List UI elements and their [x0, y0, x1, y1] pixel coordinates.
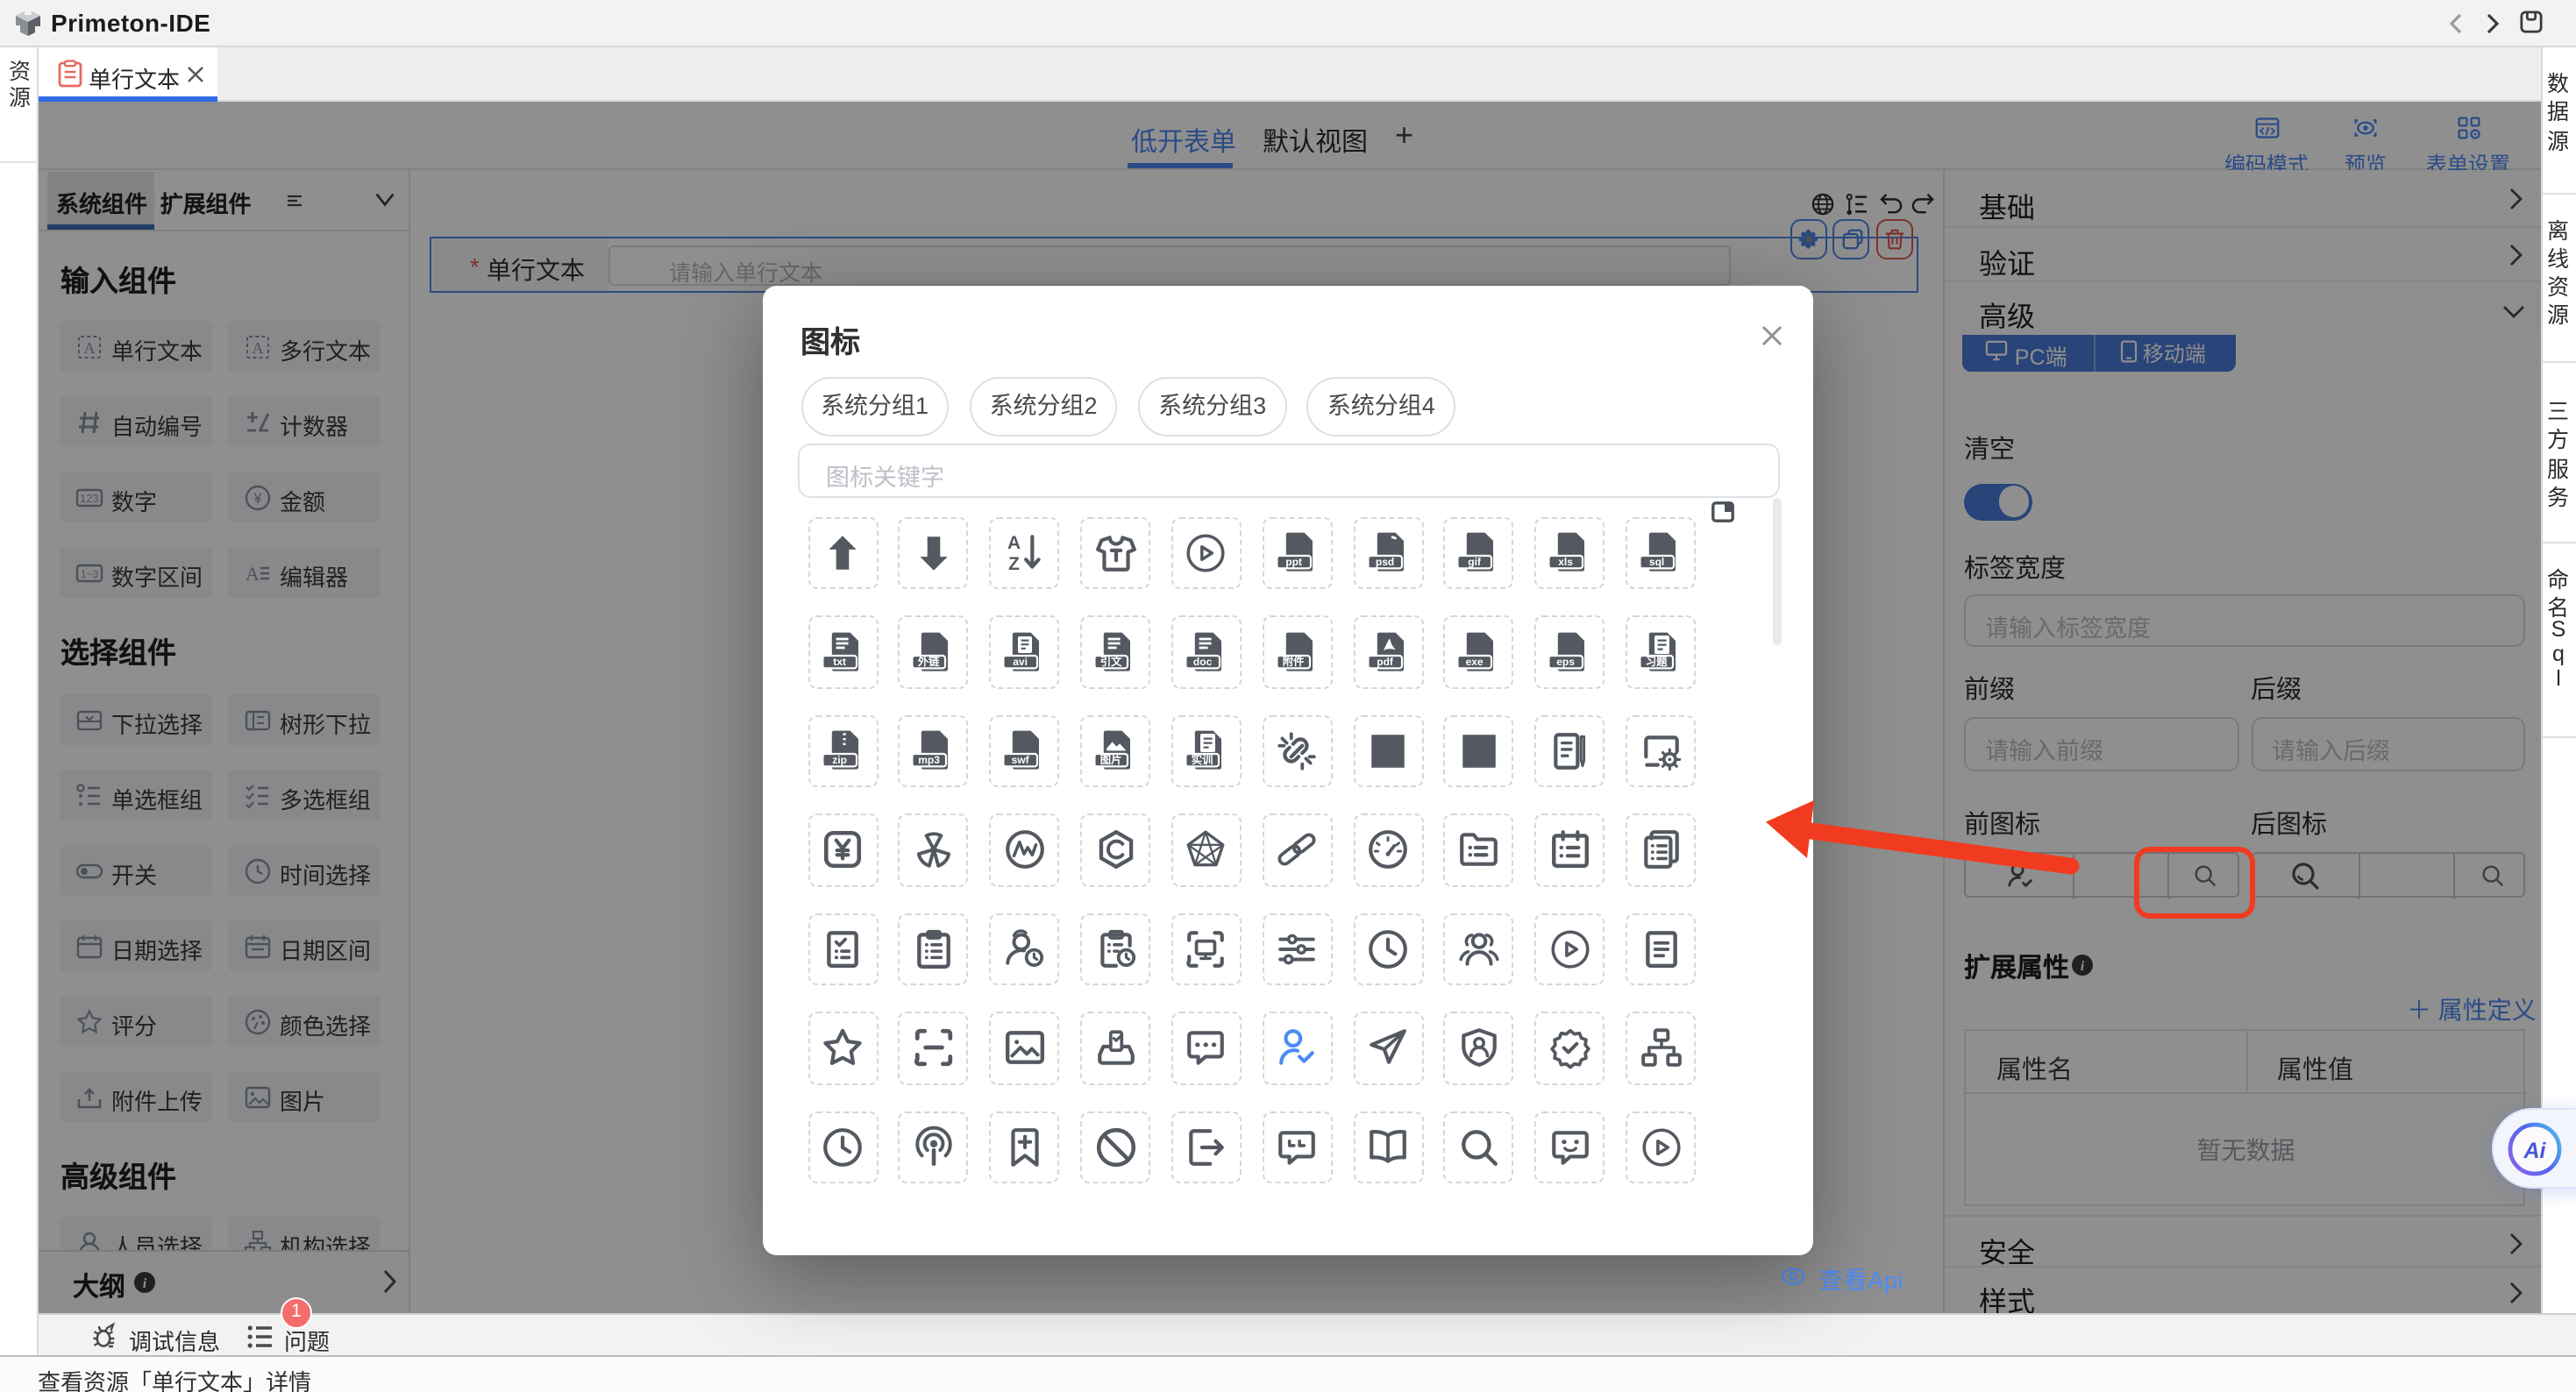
svg-text:Ai: Ai — [2523, 1138, 2547, 1162]
svg-text:avi: avi — [1014, 656, 1028, 668]
svg-text:gif: gif — [1469, 557, 1483, 569]
svg-text:习题: 习题 — [1646, 656, 1668, 668]
svg-text:A: A — [1007, 532, 1020, 552]
svg-text:sql: sql — [1649, 557, 1664, 569]
svg-text:外链: 外链 — [918, 655, 940, 668]
svg-text:实训: 实训 — [1192, 754, 1213, 767]
svg-text:Z: Z — [1008, 553, 1020, 573]
svg-text:图片: 图片 — [1100, 754, 1122, 767]
svg-text:swf: swf — [1012, 755, 1030, 767]
svg-text:ppt: ppt — [1285, 557, 1302, 569]
svg-text:pdf: pdf — [1376, 656, 1393, 668]
svg-text:附件: 附件 — [1282, 655, 1304, 668]
svg-text:引文: 引文 — [1100, 655, 1122, 668]
svg-text:zip: zip — [831, 755, 846, 767]
svg-text:doc: doc — [1193, 656, 1213, 668]
svg-text:eps: eps — [1557, 656, 1576, 668]
svg-text:mp3: mp3 — [919, 755, 941, 767]
svg-text:txt: txt — [832, 656, 845, 668]
svg-text:exe: exe — [1466, 656, 1484, 668]
svg-text:xls: xls — [1559, 557, 1574, 569]
svg-text:psd: psd — [1375, 557, 1393, 569]
